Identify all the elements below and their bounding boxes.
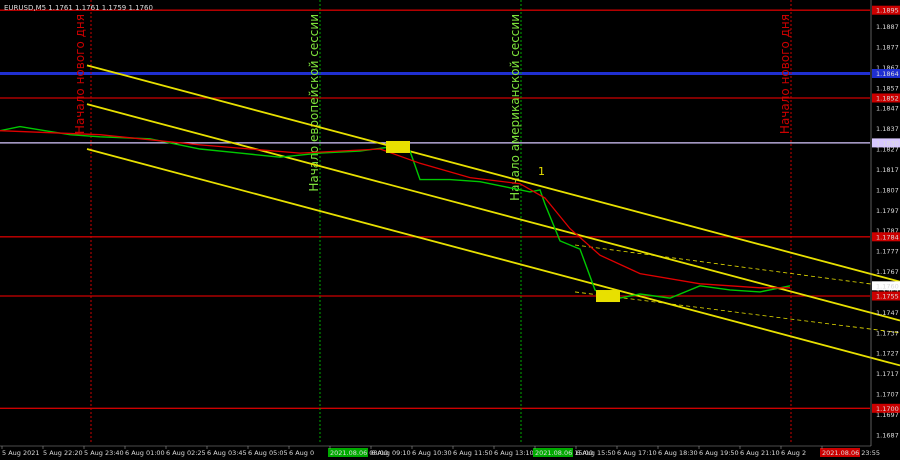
price-tag-label: 1.1864 xyxy=(876,70,899,78)
x-tick-label: 6 Aug 11:50 xyxy=(453,449,493,457)
price-tag-label: 1.1700 xyxy=(876,405,899,413)
y-tick-label: 1.1857 xyxy=(876,84,899,92)
signal-box-2[interactable] xyxy=(596,290,620,303)
y-tick-label: 1.1887 xyxy=(876,23,899,31)
y-tick-label: 1.1707 xyxy=(876,391,899,399)
channel-extension-lower xyxy=(574,291,900,334)
new-day-annotation-right: Начало нового дня xyxy=(778,14,792,134)
x-tick-label: 6 Aug 02:25 xyxy=(166,449,206,457)
price-tag-label: 1.1755 xyxy=(876,293,899,301)
x-tick-label: 6 Aug 18:30 xyxy=(658,449,698,457)
y-tick-label: 1.1777 xyxy=(876,248,899,256)
chart-window: Начало нового дня Начало европейской сесс… xyxy=(0,0,900,460)
y-tick-label: 1.1877 xyxy=(876,43,899,51)
x-tick-label: 2021.08.06 23:55 xyxy=(822,449,880,457)
y-tick-label: 1.1767 xyxy=(876,268,899,276)
moving-average-line xyxy=(0,130,790,289)
x-tick-label: 5 Aug 2021 xyxy=(2,449,40,457)
x-tick-label: 6 Aug 0 xyxy=(289,449,314,457)
x-tick-label: 6 Aug 21:10 xyxy=(740,449,780,457)
price-tag-label: 1.1830 xyxy=(876,139,899,147)
y-tick-label: 1.1727 xyxy=(876,350,899,358)
y-tick-label: 1.1737 xyxy=(876,329,899,337)
american-session-annotation: Начало американской сессии xyxy=(508,14,522,201)
y-tick-label: 1.1747 xyxy=(876,309,899,317)
price-tag-label: 1.1760 xyxy=(876,282,899,290)
x-tick-label: 6 Aug 05:05 xyxy=(248,449,288,457)
y-tick-label: 1.1847 xyxy=(876,105,899,113)
x-tick-label: 6 Aug 19:50 xyxy=(699,449,739,457)
y-tick-label: 1.1817 xyxy=(876,166,899,174)
x-tick-label: 6 Aug 09:10 xyxy=(371,449,411,457)
price-tag-label: 1.1895 xyxy=(876,7,899,15)
y-tick-label: 1.1807 xyxy=(876,186,899,194)
symbol-header: EURUSD,M5 1.1761 1.1761 1.1759 1.1760 xyxy=(4,4,153,12)
price-tag-label: 1.1784 xyxy=(876,233,899,241)
x-tick-label: 5 Aug 22:20 xyxy=(43,449,83,457)
x-tick-label: 6 Aug 15:50 xyxy=(576,449,616,457)
x-tick-label: 6 Aug 10:30 xyxy=(412,449,452,457)
y-tick-label: 1.1717 xyxy=(876,370,899,378)
x-tick-label: 6 Aug 13:10 xyxy=(494,449,534,457)
y-tick-label: 1.1797 xyxy=(876,207,899,215)
channel-line-3[interactable] xyxy=(86,148,900,367)
x-tick-label: 6 Aug 01:00 xyxy=(125,449,165,457)
new-day-annotation-left: Начало нового дня xyxy=(73,14,87,134)
signal-label-1: 1 xyxy=(538,165,545,178)
price-tag-label: 1.1852 xyxy=(876,94,899,102)
signal-box-1[interactable] xyxy=(386,140,410,153)
y-tick-label: 1.1837 xyxy=(876,125,899,133)
x-tick-label: 6 Aug 17:10 xyxy=(617,449,657,457)
y-tick-label: 1.1687 xyxy=(876,431,899,439)
x-tick-label: 5 Aug 23:40 xyxy=(84,449,124,457)
x-tick-label: 6 Aug 03:45 xyxy=(207,449,247,457)
x-tick-label: 6 Aug 2 xyxy=(781,449,806,457)
price-chart[interactable]: Начало нового дня Начало европейской сесс… xyxy=(0,0,900,460)
